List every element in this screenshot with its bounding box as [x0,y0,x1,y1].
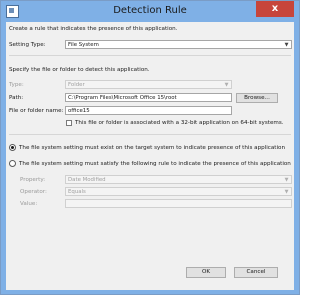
browse-button[interactable]: Browse... [236,93,278,103]
setting-type-combo[interactable]: File System ▼ [65,40,292,49]
value-label: Value: [20,201,38,207]
rule-radio[interactable] [9,160,16,167]
file-folder-name-label: File or folder name: [9,108,64,114]
setting-type-value: File System [68,42,99,48]
intro-text: Create a rule that indicates the presenc… [9,26,178,32]
dialog-body: Create a rule that indicates the presenc… [6,22,294,290]
chevron-down-icon: ▼ [224,82,229,88]
title-bar[interactable]: Detection Rule x [1,1,299,22]
type-combo[interactable]: Folder ▼ [65,80,232,89]
detect-heading: Specify the file or folder to detect thi… [9,67,150,73]
cancel-button[interactable]: Cancel [234,267,278,278]
file-folder-name-input[interactable]: office15 [65,106,232,115]
chevron-down-icon: ▼ [284,189,289,195]
path-input[interactable]: C:\Program Files\Microsoft Office 15\roo… [65,93,232,102]
rule-radio-label: The file system setting must satisfy the… [19,161,291,167]
chevron-down-icon: ▼ [284,42,289,48]
property-label: Property: [20,177,46,183]
operator-combo[interactable]: Equals ▼ [65,187,292,196]
close-button[interactable]: x [256,1,294,17]
type-value: Folder [68,82,85,88]
operator-value: Equals [68,189,86,195]
divider [9,134,291,135]
32bit-checkbox[interactable] [66,120,72,126]
32bit-checkbox-label: This file or folder is associated with a… [75,120,284,126]
exist-radio[interactable] [9,144,16,151]
detection-rule-dialog: Detection Rule x Create a rule that indi… [0,0,300,295]
exist-radio-label: The file system setting must exist on th… [19,145,286,151]
value-input[interactable] [65,199,292,208]
ok-button[interactable]: OK [186,267,226,278]
radio-selected-dot [11,146,14,149]
divider [9,55,291,56]
property-value: Date Modified [68,177,106,183]
chevron-down-icon: ▼ [284,177,289,183]
operator-label: Operator: [20,189,47,195]
type-label: Type: [9,82,24,88]
path-label: Path: [9,95,24,101]
setting-type-label: Setting Type: [9,42,46,48]
property-combo[interactable]: Date Modified ▼ [65,175,292,184]
window-title: Detection Rule [113,5,187,16]
